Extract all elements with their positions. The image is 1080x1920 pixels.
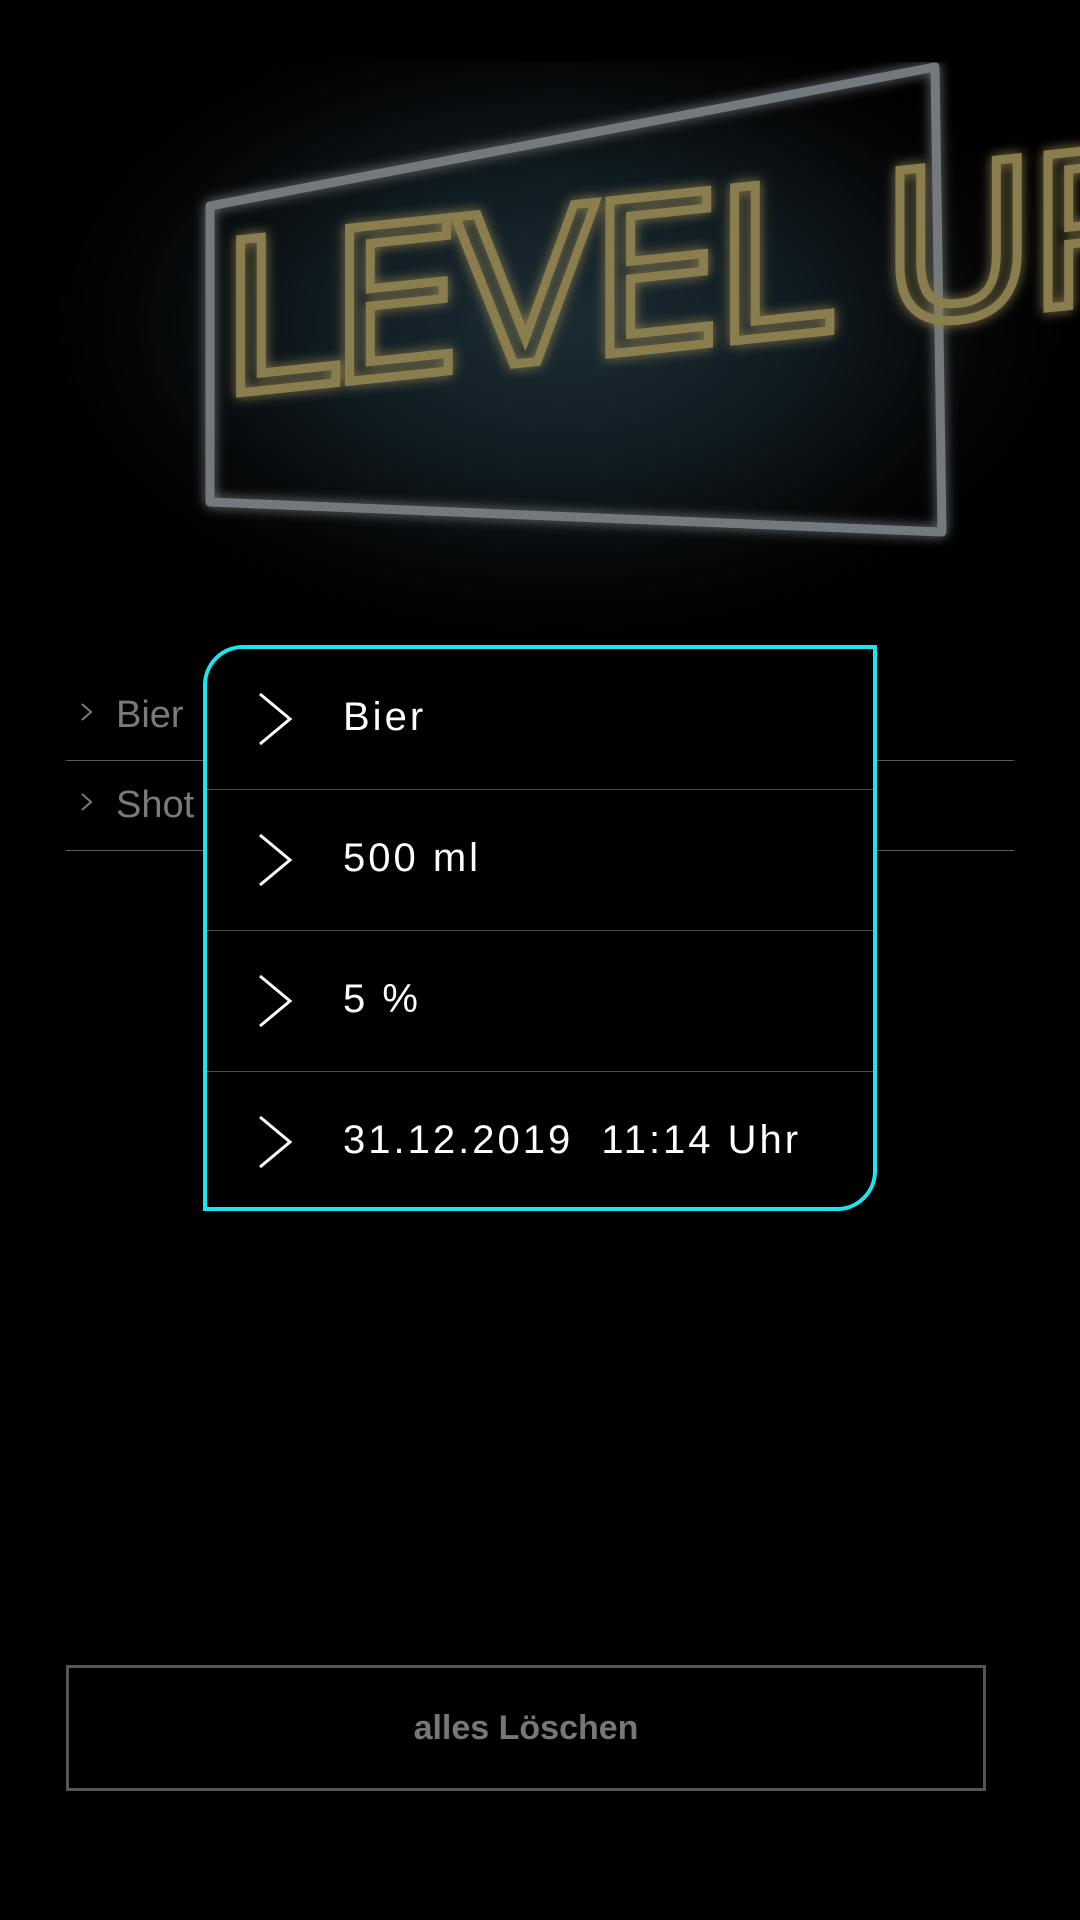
popup-row-datetime[interactable]: 31.12.2019 11:14 Uhr xyxy=(207,1072,873,1207)
chevron-right-icon xyxy=(259,974,293,1028)
drink-datetime: 31.12.2019 11:14 Uhr xyxy=(343,1118,802,1162)
popup-row-volume[interactable]: 500 ml xyxy=(207,790,873,931)
chevron-right-icon xyxy=(81,703,93,721)
status-bar xyxy=(0,0,1080,62)
drink-detail-popup: Bier 500 ml 5 % 31.12.2019 11:14 Uhr xyxy=(203,645,877,1211)
clear-all-button[interactable]: alles Löschen xyxy=(66,1665,986,1791)
drink-volume: 500 ml xyxy=(343,836,482,880)
chevron-right-icon xyxy=(259,833,293,887)
list-item-label: Bier xyxy=(116,694,184,736)
chevron-right-icon xyxy=(259,1115,293,1169)
hero-image: LEVEL UP xyxy=(0,62,1080,662)
popup-row-alcohol[interactable]: 5 % xyxy=(207,931,873,1072)
chevron-right-icon xyxy=(259,692,293,746)
drink-name: Bier xyxy=(343,695,427,739)
chevron-right-icon xyxy=(81,793,93,811)
popup-row-drink[interactable]: Bier xyxy=(207,649,873,790)
alcohol-percentage: 5 % xyxy=(343,977,421,1021)
list-item-label: Shot xyxy=(116,784,195,826)
